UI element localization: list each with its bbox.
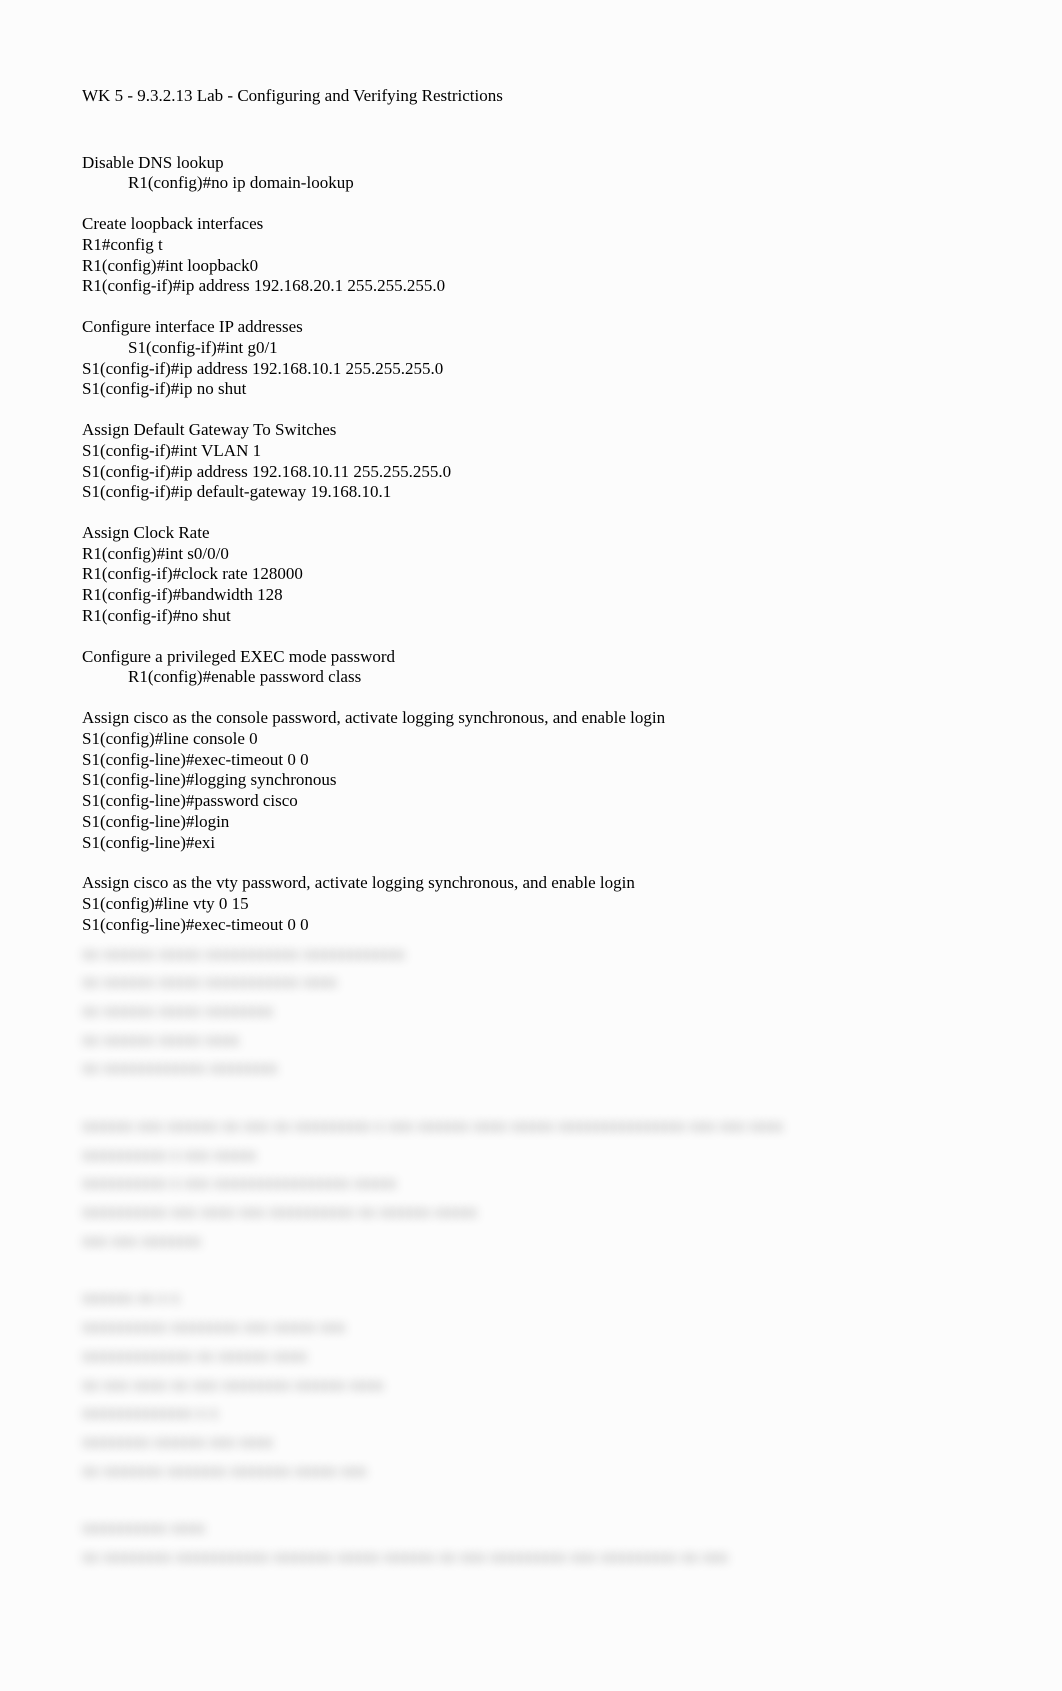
code-line: S1(config)#line console 0 [82, 729, 980, 750]
obscured-content: xx xxxxxx xxxxx xxxxxxxxxxx xxxxxxxxxxxx… [82, 936, 980, 1584]
section-heading: Assign cisco as the console password, ac… [82, 708, 980, 729]
code-line: S1(config-if)#ip address 192.168.10.11 2… [82, 462, 980, 483]
section: Create loopback interfacesR1#config tR1(… [82, 214, 980, 297]
obscured-line [82, 1087, 980, 1108]
code-line: S1(config-if)#ip no shut [82, 379, 980, 400]
obscured-line: xx xxxxxx xxxxx xxxxxxxxxxx xxxx [82, 972, 980, 993]
section-heading: Assign cisco as the vty password, activa… [82, 873, 980, 894]
section-heading: Disable DNS lookup [82, 153, 980, 174]
section-heading: Configure a privileged EXEC mode passwor… [82, 647, 980, 668]
code-line: R1(config-if)#clock rate 128000 [82, 564, 980, 585]
section-heading: Configure interface IP addresses [82, 317, 980, 338]
obscured-line: xx xxxxxxx xxxxxxx xxxxxxx xxxxx xxx [82, 1461, 980, 1482]
code-line: S1(config-line)#exec-timeout 0 0 [82, 750, 980, 771]
section-heading: Assign Clock Rate [82, 523, 980, 544]
obscured-line: xx xxxxxx xxxxx xxxxxxxx [82, 1001, 980, 1022]
obscured-line: xxxxxxxxxx x xxx xxxxx [82, 1145, 980, 1166]
section: Configure interface IP addressesS1(confi… [82, 317, 980, 400]
obscured-line [82, 1260, 980, 1281]
code-line: R1(config)#int loopback0 [82, 256, 980, 277]
obscured-line: xx xxxxxxxx xxxxxxxxxxx xxxxxxx xxxxx xx… [82, 1547, 980, 1568]
code-line: R1(config)#int s0/0/0 [82, 544, 980, 565]
code-line: R1#config t [82, 235, 980, 256]
section: Assign cisco as the console password, ac… [82, 708, 980, 853]
obscured-line [82, 1489, 980, 1510]
section-heading: Assign Default Gateway To Switches [82, 420, 980, 441]
code-line: R1(config-if)#bandwidth 128 [82, 585, 980, 606]
obscured-line: xx xxxxxx xxxxx xxxx [82, 1030, 980, 1051]
section-heading: Create loopback interfaces [82, 214, 980, 235]
document-title: WK 5 - 9.3.2.13 Lab - Configuring and Ve… [82, 86, 980, 107]
obscured-line: xx xxxxxxxxxxxx xxxxxxxx [82, 1058, 980, 1079]
section: Assign Clock RateR1(config)#int s0/0/0R1… [82, 523, 980, 627]
obscured-line: xxxxxxxxxx xxxxxxxx xxx xxxxx xxx [82, 1317, 980, 1338]
obscured-line: xxxxxxxxxx x xxx xxxxxxxxxxxxxxxx xxxxx [82, 1173, 980, 1194]
code-line: S1(config-if)#ip address 192.168.10.1 25… [82, 359, 980, 380]
obscured-line: xxxxxxxxxxxxx xx xxxxxx xxxx [82, 1346, 980, 1367]
obscured-line: xx xxx xxxx xx xxx xxxxxxxx xxxxxx xxxx [82, 1375, 980, 1396]
code-line: S1(config-line)#logging synchronous [82, 770, 980, 791]
obscured-line: xxxxxx xxx xxxxxx xx xxx xx xxxxxxxxx x … [82, 1116, 980, 1137]
code-line: S1(config-if)#int VLAN 1 [82, 441, 980, 462]
code-line: R1(config)#no ip domain-lookup [82, 173, 980, 194]
code-line: S1(config-if)#ip default-gateway 19.168.… [82, 482, 980, 503]
code-line: R1(config-if)#no shut [82, 606, 980, 627]
obscured-line: xxxxxx xx x x [82, 1288, 980, 1309]
code-line: S1(config-line)#login [82, 812, 980, 833]
obscured-line: xx xxxxxx xxxxx xxxxxxxxxxx xxxxxxxxxxxx [82, 944, 980, 965]
section: Configure a privileged EXEC mode passwor… [82, 647, 980, 688]
obscured-line: xxxxxxxxxx xxxx [82, 1518, 980, 1539]
document-page: WK 5 - 9.3.2.13 Lab - Configuring and Ve… [0, 0, 1062, 1624]
section: Disable DNS lookupR1(config)#no ip domai… [82, 153, 980, 194]
code-line: S1(config-line)#exi [82, 833, 980, 854]
obscured-line: xxxxxxxxxxxxx x x [82, 1403, 980, 1424]
code-line: S1(config-if)#int g0/1 [82, 338, 980, 359]
document-body: Disable DNS lookupR1(config)#no ip domai… [82, 153, 980, 936]
code-line: R1(config)#enable password class [82, 667, 980, 688]
code-line: R1(config-if)#ip address 192.168.20.1 25… [82, 276, 980, 297]
code-line: S1(config)#line vty 0 15 [82, 894, 980, 915]
obscured-line: xxxxxxxxxx xxx xxxx xxx xxxxxxxxxx xx xx… [82, 1202, 980, 1223]
obscured-line: xxxxxxxx xxxxxx xxx xxxx [82, 1432, 980, 1453]
code-line: S1(config-line)#exec-timeout 0 0 [82, 915, 980, 936]
section: Assign Default Gateway To SwitchesS1(con… [82, 420, 980, 503]
obscured-line: xxx xxx xxxxxxx [82, 1231, 980, 1252]
code-line: S1(config-line)#password cisco [82, 791, 980, 812]
section: Assign cisco as the vty password, activa… [82, 873, 980, 935]
